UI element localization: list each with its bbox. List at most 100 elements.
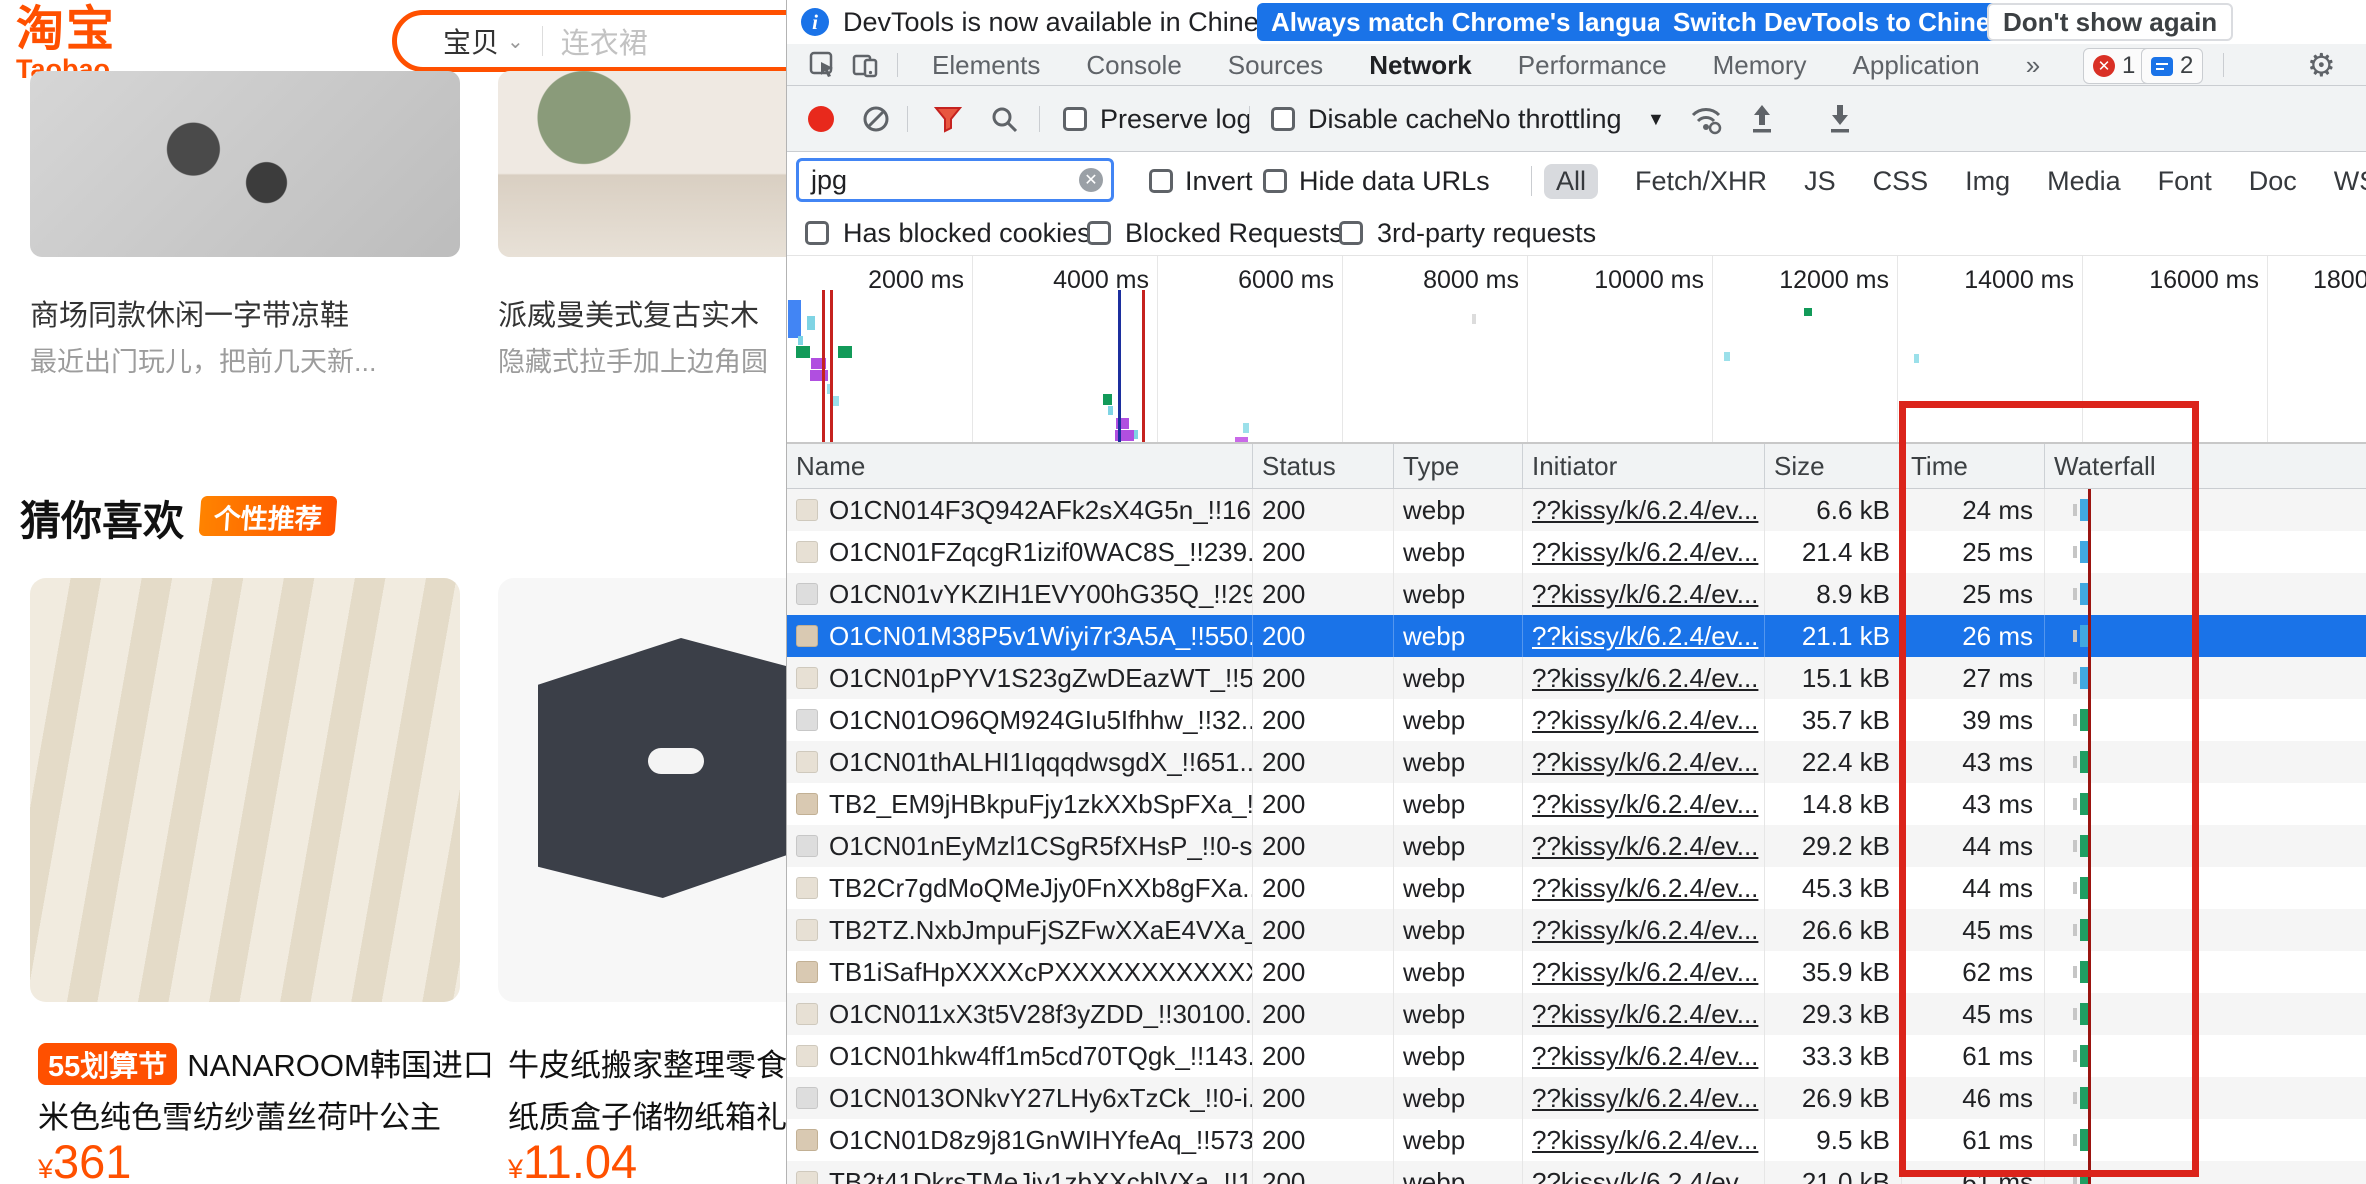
clear-filter-icon[interactable]: ✕	[1079, 168, 1103, 192]
checkbox-box[interactable]	[1339, 221, 1363, 245]
request-name-cell[interactable]: O1CN01vYKZIH1EVY00hG35Q_!!29...	[787, 573, 1253, 615]
product-image-storage-box[interactable]	[498, 578, 786, 1002]
product-image-furniture[interactable]	[498, 71, 786, 257]
column-header-size[interactable]: Size	[1765, 444, 1902, 488]
product-title-line1[interactable]: 牛皮纸搬家整理零食	[508, 1040, 786, 1085]
initiator-link[interactable]: ??kissy/k/6.2.4/ev...	[1532, 915, 1758, 945]
product-title[interactable]: 商场同款休闲一字带凉鞋	[30, 292, 349, 334]
search-button[interactable]	[989, 86, 1019, 152]
initiator-cell[interactable]: ??kissy/k/6.2.4/ev...	[1523, 531, 1765, 573]
initiator-cell[interactable]: ??kissy/k/6.2.4/ev...	[1523, 867, 1765, 909]
column-header-initiator[interactable]: Initiator	[1523, 444, 1765, 488]
column-header-status[interactable]: Status	[1253, 444, 1394, 488]
initiator-cell[interactable]: ??kissy/k/6.2.4/ev...	[1523, 1119, 1765, 1161]
tab-application[interactable]: Application	[1830, 44, 2003, 86]
table-row[interactable]: TB2TZ.NxbJmpuFjSZFwXXaE4VXa_...200webp??…	[787, 909, 2366, 951]
request-name-cell[interactable]: TB2_EM9jHBkpuFjy1zkXXbSpFXa_!...	[787, 783, 1253, 825]
initiator-cell[interactable]: ??kissy/k/6.2.4/ev...	[1523, 825, 1765, 867]
type-chip-img[interactable]: Img	[1965, 166, 2010, 197]
tab-console[interactable]: Console	[1063, 44, 1204, 86]
table-row[interactable]: O1CN01FZqcgR1izif0WAC8S_!!239...200webp?…	[787, 531, 2366, 573]
clear-button[interactable]	[861, 86, 891, 152]
initiator-cell[interactable]: ??kissy/k/6.2.4/ev...	[1523, 1161, 1765, 1184]
tab-network[interactable]: Network	[1346, 44, 1495, 86]
type-chip-fetchxhr[interactable]: Fetch/XHR	[1635, 166, 1767, 197]
filter-toggle-button[interactable]	[933, 86, 963, 152]
tab-performance[interactable]: Performance	[1495, 44, 1690, 86]
import-har-button[interactable]	[1749, 86, 1775, 152]
table-row[interactable]: O1CN01vYKZIH1EVY00hG35Q_!!29...200webp??…	[787, 573, 2366, 615]
request-name-cell[interactable]: O1CN01D8z9j81GnWIHYfeAq_!!573...	[787, 1119, 1253, 1161]
search-category-dropdown[interactable]: 宝贝	[443, 21, 499, 61]
request-name-cell[interactable]: O1CN01nEyMzl1CSgR5fXHsP_!!0-s...	[787, 825, 1253, 867]
initiator-cell[interactable]: ??kissy/k/6.2.4/ev...	[1523, 489, 1765, 531]
issues-badge[interactable]: 2	[2141, 48, 2203, 84]
type-chip-all[interactable]: All	[1544, 164, 1598, 199]
request-name-cell[interactable]: TB2TZ.NxbJmpuFjSZFwXXaE4VXa_...	[787, 909, 1253, 951]
initiator-cell[interactable]: ??kissy/k/6.2.4/ev...	[1523, 993, 1765, 1035]
request-name-cell[interactable]: O1CN01M38P5v1Wiyi7r3A5A_!!550...	[787, 615, 1253, 657]
checkbox-box[interactable]	[805, 221, 829, 245]
checkbox-has-blocked-cookies[interactable]: Has blocked cookies	[805, 210, 1091, 256]
table-row[interactable]: O1CN01thALHI1IqqqdwsgdX_!!651...200webp?…	[787, 741, 2366, 783]
table-row[interactable]: O1CN014F3Q942AFk2sX4G5n_!!16...200webp??…	[787, 489, 2366, 531]
request-name-cell[interactable]: O1CN01hkw4ff1m5cd70TQgk_!!143...	[787, 1035, 1253, 1077]
disable-cache-checkbox[interactable]	[1271, 107, 1295, 131]
table-row[interactable]: O1CN013ONkvY27LHy6xTzCk_!!0-i...200webp?…	[787, 1077, 2366, 1119]
product-title-line2[interactable]: 纸质盒子储物纸箱礼	[508, 1092, 786, 1137]
column-header-time[interactable]: Time	[1902, 444, 2045, 488]
product-title-line1[interactable]: 55划算节NANAROOM韩国进口	[38, 1040, 494, 1085]
search-bar[interactable]: 宝贝 ⌄ 连衣裙	[392, 10, 786, 72]
type-chip-doc[interactable]: Doc	[2249, 166, 2297, 197]
table-row[interactable]: O1CN011xX3t5V28f3yZDD_!!30100...200webp?…	[787, 993, 2366, 1035]
type-chip-js[interactable]: JS	[1804, 166, 1836, 197]
table-row[interactable]: O1CN01O96QM924GIu5Ifhhw_!!32...200webp??…	[787, 699, 2366, 741]
checkbox-3rd-party-requests[interactable]: 3rd-party requests	[1339, 210, 1596, 256]
throttling-select[interactable]: No throttling	[1476, 86, 1622, 152]
record-button[interactable]	[808, 86, 834, 152]
preserve-log-control[interactable]: Preserve log	[1063, 86, 1252, 152]
tab-memory[interactable]: Memory	[1690, 44, 1830, 86]
checkbox-blocked-requests[interactable]: Blocked Requests	[1087, 210, 1343, 256]
initiator-link[interactable]: ??kissy/k/6.2.4/ev...	[1532, 663, 1758, 693]
initiator-cell[interactable]: ??kissy/k/6.2.4/ev...	[1523, 699, 1765, 741]
filter-input[interactable]: jpg ✕	[796, 158, 1114, 202]
initiator-link[interactable]: ??kissy/k/6.2.4/ev...	[1532, 579, 1758, 609]
initiator-cell[interactable]: ??kissy/k/6.2.4/ev...	[1523, 909, 1765, 951]
initiator-cell[interactable]: ??kissy/k/6.2.4/ev...	[1523, 951, 1765, 993]
request-name-cell[interactable]: O1CN011xX3t5V28f3yZDD_!!30100...	[787, 993, 1253, 1035]
initiator-link[interactable]: ??kissy/k/6.2.4/ev...	[1532, 831, 1758, 861]
dont-show-again-button[interactable]: Don't show again	[1987, 3, 2233, 41]
initiator-link[interactable]: ??kissy/k/6.2.4/ev...	[1532, 1041, 1758, 1071]
table-row[interactable]: O1CN01M38P5v1Wiyi7r3A5A_!!550...200webp?…	[787, 615, 2366, 657]
column-header-waterfall[interactable]: Waterfall	[2045, 444, 2366, 488]
product-image-sandals[interactable]	[30, 71, 460, 257]
initiator-cell[interactable]: ??kissy/k/6.2.4/ev...	[1523, 573, 1765, 615]
type-chip-media[interactable]: Media	[2047, 166, 2121, 197]
column-header-type[interactable]: Type	[1394, 444, 1523, 488]
type-chip-font[interactable]: Font	[2158, 166, 2212, 197]
product-title-line2[interactable]: 米色纯色雪纺纱蕾丝荷叶公主	[38, 1092, 441, 1137]
initiator-link[interactable]: ??kissy/k/6.2.4/ev...	[1532, 789, 1758, 819]
settings-gear-icon[interactable]: ⚙	[2307, 46, 2336, 84]
table-row[interactable]: TB2t41DkrsTMeJjy1zbXXchlVXa_!!1...200web…	[787, 1161, 2366, 1184]
hide-data-urls-checkbox[interactable]	[1263, 152, 1287, 210]
inspect-element-icon[interactable]	[809, 51, 837, 79]
search-input[interactable]: 连衣裙	[561, 20, 648, 62]
initiator-link[interactable]: ??kissy/k/6.2.4/ev...	[1532, 621, 1758, 651]
table-row[interactable]: O1CN01hkw4ff1m5cd70TQgk_!!143...200webp?…	[787, 1035, 2366, 1077]
initiator-link[interactable]: ??kissy/k/6.2.4/ev...	[1532, 705, 1758, 735]
initiator-link[interactable]: ??kissy/k/6.2.4/ev...	[1532, 1125, 1758, 1155]
tab-elements[interactable]: Elements	[909, 44, 1063, 86]
type-chip-css[interactable]: CSS	[1873, 166, 1929, 197]
tab-sources[interactable]: Sources	[1205, 44, 1346, 86]
request-name-cell[interactable]: TB2t41DkrsTMeJjy1zbXXchlVXa_!!1...	[787, 1161, 1253, 1184]
initiator-link[interactable]: ??kissy/k/6.2.4/ev...	[1532, 1083, 1758, 1113]
initiator-link[interactable]: ??kissy/k/6.2.4/ev...	[1532, 873, 1758, 903]
request-name-cell[interactable]: O1CN01thALHI1IqqqdwsgdX_!!651...	[787, 741, 1253, 783]
initiator-link[interactable]: ??kissy/k/6.2.4/ev...	[1532, 957, 1758, 987]
table-row[interactable]: TB2Cr7gdMoQMeJjy0FnXXb8gFXa...200webp??k…	[787, 867, 2366, 909]
table-row[interactable]: O1CN01D8z9j81GnWIHYfeAq_!!573...200webp?…	[787, 1119, 2366, 1161]
initiator-cell[interactable]: ??kissy/k/6.2.4/ev...	[1523, 1035, 1765, 1077]
device-toolbar-icon[interactable]	[851, 51, 879, 79]
